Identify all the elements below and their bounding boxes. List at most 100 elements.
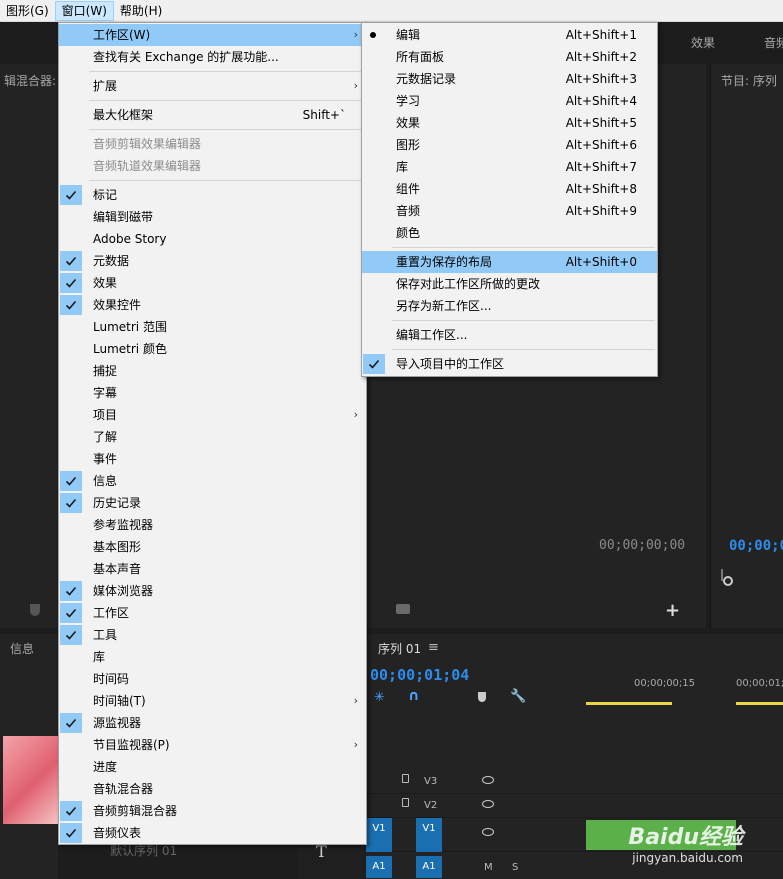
menu-item-label: 历史记录 (93, 496, 142, 510)
menu-item-label: 编辑工作区... (396, 328, 468, 342)
menu-item-label: 音频 (396, 204, 421, 218)
workspace-menu-item-效果[interactable]: 效果 Alt+Shift+5 (362, 112, 657, 134)
submenu-arrow-icon: › (353, 694, 358, 707)
menu-item-label: 时间轴(T) (93, 694, 146, 708)
work-area-bar-2[interactable] (736, 702, 783, 705)
menu-item-label: 捕捉 (93, 364, 118, 378)
window-menu-item-adobe-story[interactable]: Adobe Story (59, 228, 366, 250)
snap-icon[interactable]: ✳ (374, 690, 385, 705)
window-menu-item-元数据[interactable]: 元数据 (59, 250, 366, 272)
window-menu-item-lumetri-范围[interactable]: Lumetri 范围 (59, 316, 366, 338)
window-menu-item-库[interactable]: 库 (59, 646, 366, 668)
ruler-time-1: 00;00;00;15 (634, 678, 696, 689)
workspace-menu-item-另存为新工作区[interactable]: 另存为新工作区... (362, 295, 657, 317)
window-menu-item-效果控件[interactable]: 效果控件 (59, 294, 366, 316)
playhead-slider[interactable] (723, 576, 733, 586)
window-menu-item-基本声音[interactable]: 基本声音 (59, 558, 366, 580)
menu-item-shortcut: Alt+Shift+4 (565, 94, 637, 108)
window-menu-item-效果[interactable]: 效果 (59, 272, 366, 294)
checkmark-icon (60, 581, 82, 601)
submenu-arrow-icon: › (353, 408, 358, 421)
wrench-icon[interactable]: 🔧 (510, 689, 526, 704)
window-menu-item-查找有关-exchange-的扩展功能[interactable]: 查找有关 Exchange 的扩展功能... (59, 46, 366, 68)
track-v2: V2 (366, 794, 783, 818)
workspace-menu-item-导入项目中的工作区[interactable]: 导入项目中的工作区 (362, 353, 657, 375)
tab-audio[interactable]: 音频 (764, 34, 783, 51)
menu-item-shortcut: Alt+Shift+5 (565, 116, 637, 130)
window-menu-item-工具[interactable]: 工具 (59, 624, 366, 646)
menu-window[interactable]: 窗口(W) (54, 0, 114, 21)
menu-help[interactable]: 帮助(H) (114, 1, 168, 21)
menu-item-shortcut: Alt+Shift+6 (565, 138, 637, 152)
window-menu-item-进度[interactable]: 进度 (59, 756, 366, 778)
window-menu-item-标记[interactable]: 标记 (59, 184, 366, 206)
window-menu-item-信息[interactable]: 信息 (59, 470, 366, 492)
magnet-icon[interactable]: ∩ (408, 688, 419, 704)
workspace-menu-item-组件[interactable]: 组件 Alt+Shift+8 (362, 178, 657, 200)
window-menu-item-了解[interactable]: 了解 (59, 426, 366, 448)
eye-icon[interactable] (482, 776, 494, 784)
workspace-menu-item-重置为保存的布局[interactable]: 重置为保存的布局 Alt+Shift+0 (362, 251, 657, 273)
workspace-menu-item-编辑[interactable]: 编辑 Alt+Shift+1 (362, 24, 657, 46)
eye-icon[interactable] (482, 800, 494, 808)
menu-item-label: 音频剪辑混合器 (93, 804, 178, 818)
marker-icon[interactable] (478, 692, 486, 702)
window-menu-item-音轨混合器[interactable]: 音轨混合器 (59, 778, 366, 800)
mute-button[interactable]: M (484, 862, 493, 873)
workspace-menu-item-学习[interactable]: 学习 Alt+Shift+4 (362, 90, 657, 112)
window-menu-item-项目[interactable]: 项目 › (59, 404, 366, 426)
workspace-menu-item-编辑工作区[interactable]: 编辑工作区... (362, 324, 657, 346)
work-area-bar[interactable] (586, 702, 672, 705)
window-menu-item-基本图形[interactable]: 基本图形 (59, 536, 366, 558)
workspace-menu-item-图形[interactable]: 图形 Alt+Shift+6 (362, 134, 657, 156)
workspace-menu-item-保存对此工作区所做的更改[interactable]: 保存对此工作区所做的更改 (362, 273, 657, 295)
window-menu-item-事件[interactable]: 事件 (59, 448, 366, 470)
track-source-a1[interactable]: A1 (366, 856, 392, 878)
window-menu-item-工作区[interactable]: 工作区 (59, 602, 366, 624)
window-menu-item-捕捉[interactable]: 捕捉 (59, 360, 366, 382)
window-menu-item-历史记录[interactable]: 历史记录 (59, 492, 366, 514)
baidu-watermark: Baidu经验 jingyan.baidu.com (628, 819, 743, 865)
checkmark-icon (60, 823, 82, 843)
lock-icon[interactable] (402, 798, 409, 807)
workspace-menu-item-音频[interactable]: 音频 Alt+Shift+9 (362, 200, 657, 222)
window-menu-item-工作区-w[interactable]: 工作区(W) › (59, 24, 366, 46)
window-menu-item-字幕[interactable]: 字幕 (59, 382, 366, 404)
window-menu-item-时间轴-t[interactable]: 时间轴(T) › (59, 690, 366, 712)
export-frame-icon[interactable] (396, 604, 410, 614)
menu-separator (392, 349, 655, 350)
add-button-icon[interactable]: + (665, 600, 680, 621)
window-menu-item-音频剪辑混合器[interactable]: 音频剪辑混合器 (59, 800, 366, 822)
workspace-menu-item-所有面板[interactable]: 所有面板 Alt+Shift+2 (362, 46, 657, 68)
menu-item-label: 效果 (93, 276, 118, 290)
track-target-a1[interactable]: A1 (416, 856, 442, 878)
menu-item-label: 基本声音 (93, 562, 142, 576)
tab-info[interactable]: 信息 (10, 640, 34, 657)
track-target-v1[interactable]: V1 (416, 818, 442, 852)
timeline-timecode[interactable]: 00;00;01;04 (370, 666, 469, 684)
menu-item-label: 效果控件 (93, 298, 142, 312)
program-monitor-panel: 节目: 序列 00;00;0 (710, 64, 783, 628)
window-menu-item-媒体浏览器[interactable]: 媒体浏览器 (59, 580, 366, 602)
menu-graphics[interactable]: 图形(G) (0, 1, 55, 21)
tab-effects[interactable]: 效果 (691, 34, 715, 51)
window-menu-item-最大化框架[interactable]: 最大化框架 Shift+` (59, 104, 366, 126)
workspace-menu-item-库[interactable]: 库 Alt+Shift+7 (362, 156, 657, 178)
window-menu-item-参考监视器[interactable]: 参考监视器 (59, 514, 366, 536)
workspace-menu-item-颜色[interactable]: 颜色 (362, 222, 657, 244)
solo-button[interactable]: S (512, 862, 518, 873)
window-menu-item-节目监视器-p[interactable]: 节目监视器(P) › (59, 734, 366, 756)
eye-icon[interactable] (482, 828, 494, 836)
window-menu-item-扩展[interactable]: 扩展 › (59, 75, 366, 97)
tab-sequence[interactable]: 序列 01 (378, 640, 421, 657)
tab-menu-icon[interactable]: ≡ (428, 640, 439, 655)
lock-icon[interactable] (402, 774, 409, 783)
window-menu-item-时间码[interactable]: 时间码 (59, 668, 366, 690)
window-menu-item-源监视器[interactable]: 源监视器 (59, 712, 366, 734)
workspace-menu-item-元数据记录[interactable]: 元数据记录 Alt+Shift+3 (362, 68, 657, 90)
top-tab-bar: 效果 音频 (658, 22, 783, 62)
window-menu-item-音频仪表[interactable]: 音频仪表 (59, 822, 366, 844)
window-menu-item-编辑到磁带[interactable]: 编辑到磁带 (59, 206, 366, 228)
track-source-v1[interactable]: V1 (366, 818, 392, 852)
window-menu-item-lumetri-颜色[interactable]: Lumetri 颜色 (59, 338, 366, 360)
